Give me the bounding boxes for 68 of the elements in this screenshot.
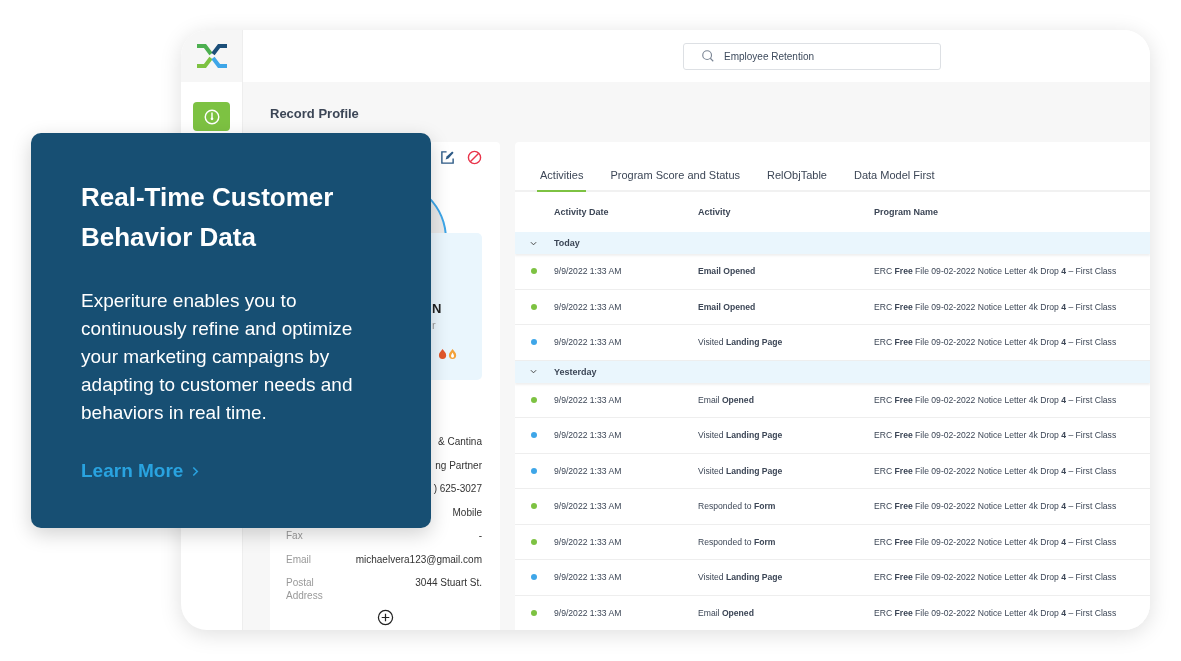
table-cell: 9/9/2022 1:33 AM <box>554 266 622 277</box>
table-cell: ERC Free File 09-02-2022 Notice Letter 4k Drop 4 – First Class <box>874 465 1117 476</box>
tab[interactable]: Activities <box>537 169 587 192</box>
table-cell: Visited Landing Page <box>698 572 783 583</box>
tab[interactable]: Program Score and Status <box>607 169 744 192</box>
table-cell: ERC Free File 09-02-2022 Notice Letter 4k Drop 4 – First Class <box>874 301 1117 312</box>
column-header: Activity Date <box>554 207 609 217</box>
table-cell: 9/9/2022 1:33 AM <box>554 536 622 547</box>
table-cell: Email Opened <box>698 607 754 618</box>
field-value: ng Partner <box>435 458 482 472</box>
column-header: Program Name <box>874 207 939 217</box>
chevron-icon <box>192 465 200 477</box>
table-cell: Visited Landing Page <box>698 430 783 441</box>
table-cell: ERC Free File 09-02-2022 Notice Letter 4k Drop 4 – First Class <box>874 430 1117 441</box>
table-cell: ERC Free File 09-02-2022 Notice Letter 4k Drop 4 – First Class <box>874 501 1117 512</box>
table-cell: Visited Landing Page <box>698 337 783 348</box>
field-label: Postal Address <box>286 576 324 602</box>
field-value: ) 625-3027 <box>433 482 482 495</box>
logo-icon <box>194 43 229 69</box>
table-cell: 9/9/2022 1:33 AM <box>554 301 622 312</box>
contact-title: r <box>432 319 436 331</box>
tab[interactable]: RelObjTable <box>764 169 830 192</box>
table-cell: Responded to Form <box>698 536 776 547</box>
add-icon[interactable] <box>376 609 394 626</box>
group-label: Today <box>554 238 580 248</box>
table-cell: 9/9/2022 1:33 AM <box>554 430 622 441</box>
table-cell: 9/9/2022 1:33 AM <box>554 501 622 512</box>
dashboard-button[interactable] <box>193 102 230 131</box>
table-cell: ERC Free File 09-02-2022 Notice Letter 4k Drop 4 – First Class <box>874 572 1117 583</box>
tab[interactable]: Data Model First <box>850 169 938 192</box>
column-header: Activity <box>698 207 731 217</box>
field-value: - <box>478 529 482 542</box>
table-cell: ERC Free File 09-02-2022 Notice Letter 4k Drop 4 – First Class <box>874 266 1117 277</box>
field-value: Mobile <box>452 505 482 519</box>
edit-icon[interactable] <box>440 150 455 165</box>
chevron-icon[interactable] <box>530 239 537 247</box>
field-value: michaelvera123@gmail.com <box>355 552 482 566</box>
group-row[interactable]: Today <box>515 232 1150 254</box>
table-cell: ERC Free File 09-02-2022 Notice Letter 4k Drop 4 – First Class <box>874 337 1117 348</box>
search-icon <box>701 48 715 63</box>
group-label: Yesterday <box>554 366 597 377</box>
flame-icons <box>438 348 458 359</box>
field-label: Email <box>286 552 312 566</box>
search-field[interactable]: Employee Retention <box>683 42 941 70</box>
block-icon[interactable] <box>467 150 482 165</box>
gauge-icon <box>202 107 221 126</box>
contact-name: N <box>432 301 442 316</box>
field-value: & Cantina <box>438 435 482 448</box>
page-title: Record Profile <box>270 105 360 123</box>
table-cell: Email Opened <box>698 266 756 277</box>
table-cell: 9/9/2022 1:33 AM <box>554 394 622 405</box>
promo-text: Experiture enables you to continuously refine and optimize your marketing campaigns by adapting to customer needs and behaviors in real time. <box>81 289 354 425</box>
table-cell: ERC Free File 09-02-2022 Notice Letter 4k Drop 4 – First Class <box>874 394 1117 405</box>
table-cell: 9/9/2022 1:33 AM <box>554 465 622 476</box>
table-cell: ERC Free File 09-02-2022 Notice Letter 4k Drop 4 – First Class <box>874 607 1117 618</box>
table-cell: Responded to Form <box>698 501 776 512</box>
table-cell: Email Opened <box>698 394 754 405</box>
table-cell: Visited Landing Page <box>698 465 783 476</box>
table-cell: 9/9/2022 1:33 AM <box>554 607 622 618</box>
field-label: Fax <box>286 529 304 542</box>
table-cell: Email Opened <box>698 301 756 312</box>
group-row[interactable]: Yesterday <box>515 360 1150 383</box>
promo-title: Real-Time Customer Behavior Data <box>81 181 335 254</box>
table-cell: 9/9/2022 1:33 AM <box>554 337 622 348</box>
table-cell: ERC Free File 09-02-2022 Notice Letter 4k Drop 4 – First Class <box>874 536 1117 547</box>
chevron-icon[interactable] <box>530 368 537 375</box>
field-value: 3044 Stuart St. <box>415 576 482 589</box>
table-cell: 9/9/2022 1:33 AM <box>554 572 622 583</box>
